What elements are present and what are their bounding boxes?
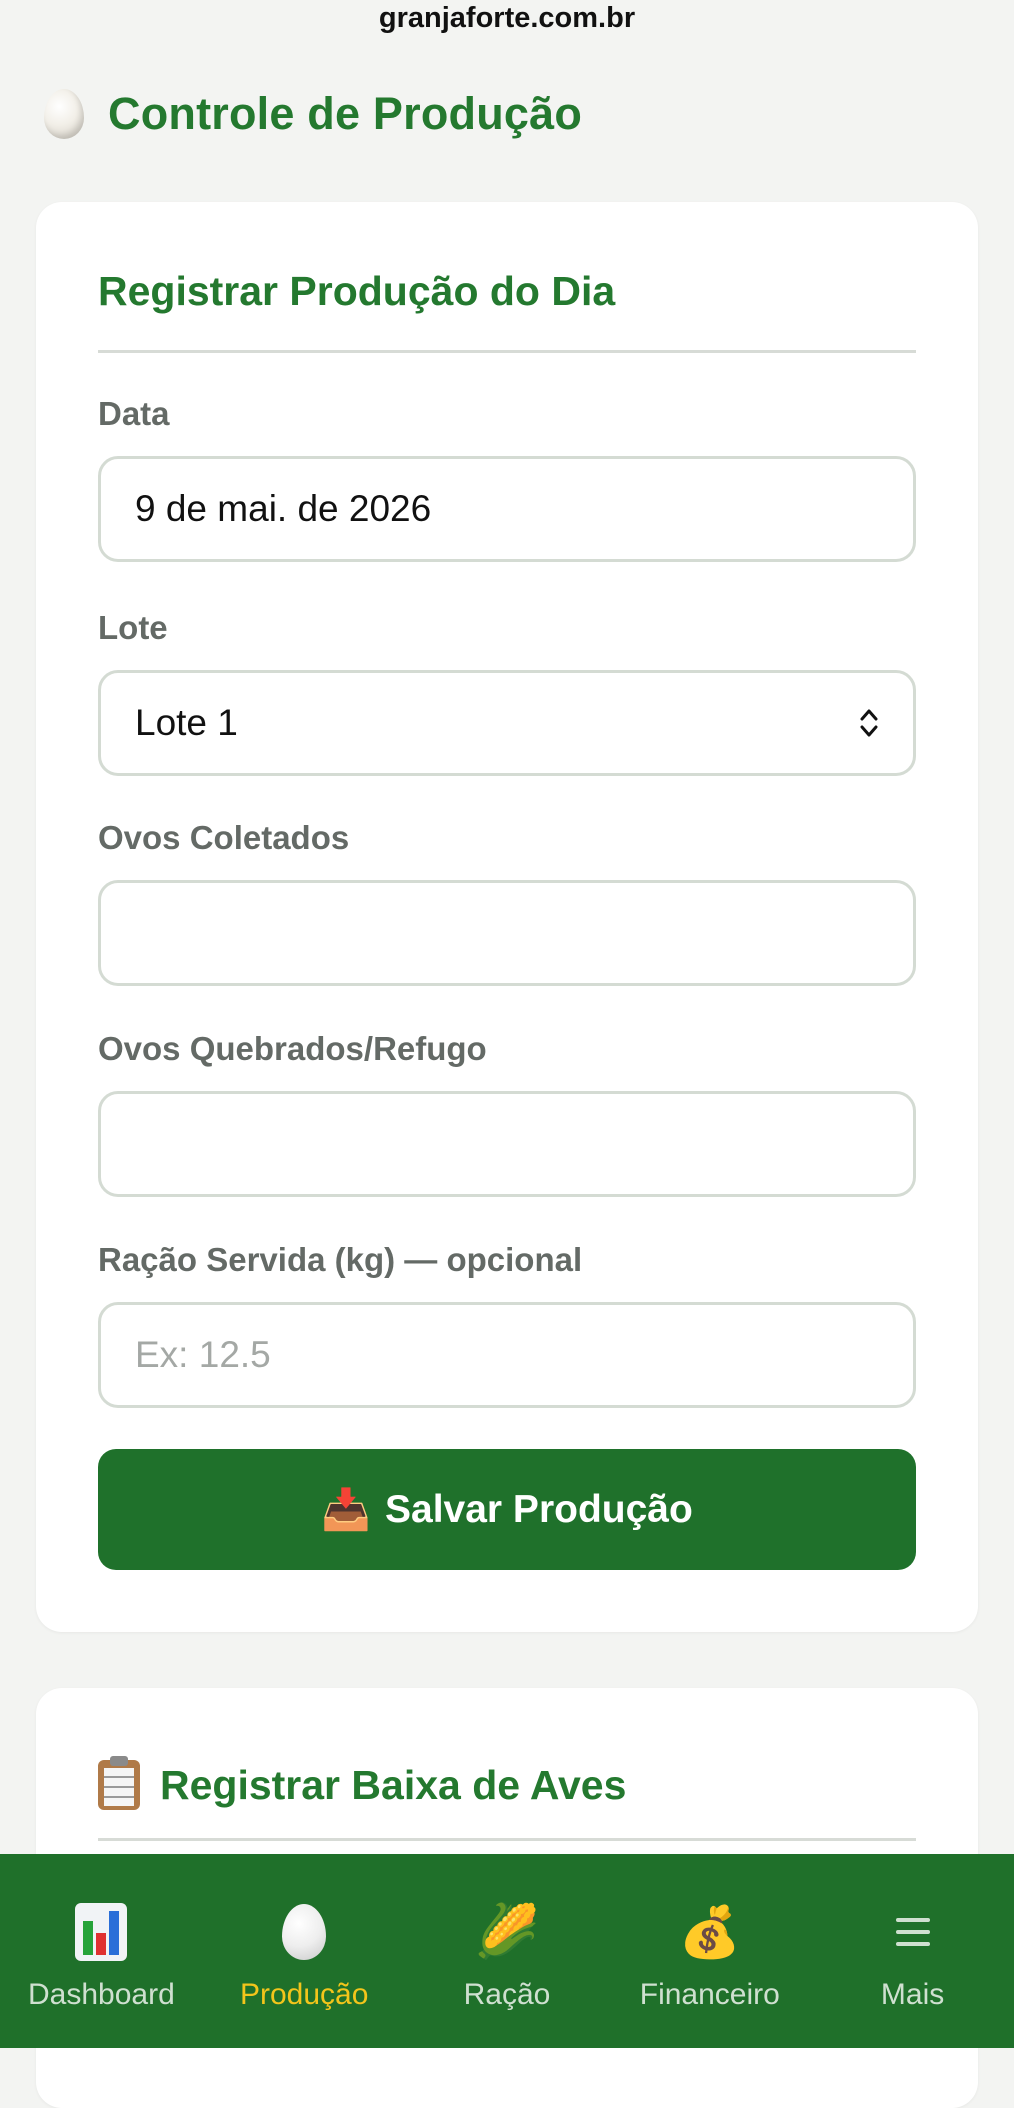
page-header: Controle de Produção — [44, 80, 582, 148]
inbox-tray-icon: 📥 — [321, 1488, 371, 1532]
lot-value: Lote 1 — [135, 702, 238, 743]
nav-item-dashboard[interactable]: Dashboard — [0, 1854, 203, 2048]
feed-placeholder: Ex: 12.5 — [135, 1334, 271, 1375]
bottom-nav: Dashboard Produção 🌽 Ração 💰 Financeiro … — [0, 1854, 1014, 2048]
bird-loss-title: Registrar Baixa de Aves — [160, 1761, 627, 1808]
money-bag-icon: 💰 — [678, 1904, 741, 1960]
page-title: Controle de Produção — [108, 88, 583, 139]
egg-icon — [44, 89, 84, 139]
save-production-button[interactable]: 📥 Salvar Produção — [98, 1449, 916, 1570]
menu-icon — [895, 1918, 930, 1946]
clipboard-icon — [98, 1756, 140, 1810]
nav-label-financeiro: Financeiro — [639, 1978, 780, 2011]
nav-label-producao: Produção — [239, 1978, 369, 2011]
corn-icon: 🌽 — [474, 1903, 540, 1961]
feed-label: Ração Servida (kg) — opcional — [98, 1241, 583, 1278]
bar-chart-icon — [75, 1903, 128, 1961]
date-field[interactable]: 9 de mai. de 2026 — [98, 456, 916, 562]
select-arrows-icon — [860, 709, 878, 737]
bird-loss-title-row: Registrar Baixa de Aves — [98, 1756, 627, 1810]
save-production-label: Salvar Produção — [385, 1487, 693, 1531]
date-label: Data — [98, 395, 170, 432]
production-form-card: Registrar Produção do Dia Data 9 de mai.… — [36, 202, 978, 1632]
divider — [98, 350, 916, 353]
eggs-collected-label: Ovos Coletados — [98, 819, 350, 856]
nav-item-mais[interactable]: Mais — [811, 1854, 1014, 2048]
lot-label: Lote — [98, 609, 168, 646]
nav-label-dashboard: Dashboard — [28, 1978, 175, 2011]
lot-select[interactable]: Lote 1 — [98, 670, 916, 776]
nav-item-producao[interactable]: Produção — [203, 1854, 406, 2048]
date-value: 9 de mai. de 2026 — [135, 488, 432, 529]
browser-url[interactable]: granjaforte.com.br — [0, 0, 1014, 36]
feed-input[interactable]: Ex: 12.5 — [98, 1302, 916, 1408]
egg-icon — [282, 1904, 327, 1960]
eggs-broken-label: Ovos Quebrados/Refugo — [98, 1030, 487, 1067]
nav-label-mais: Mais — [880, 1978, 945, 2011]
production-form-title: Registrar Produção do Dia — [98, 268, 616, 314]
divider — [98, 1838, 916, 1841]
eggs-collected-input[interactable] — [98, 880, 916, 986]
nav-label-racao: Ração — [463, 1978, 551, 2011]
eggs-broken-input[interactable] — [98, 1091, 916, 1197]
nav-item-financeiro[interactable]: 💰 Financeiro — [608, 1854, 811, 2048]
nav-item-racao[interactable]: 🌽 Ração — [406, 1854, 609, 2048]
